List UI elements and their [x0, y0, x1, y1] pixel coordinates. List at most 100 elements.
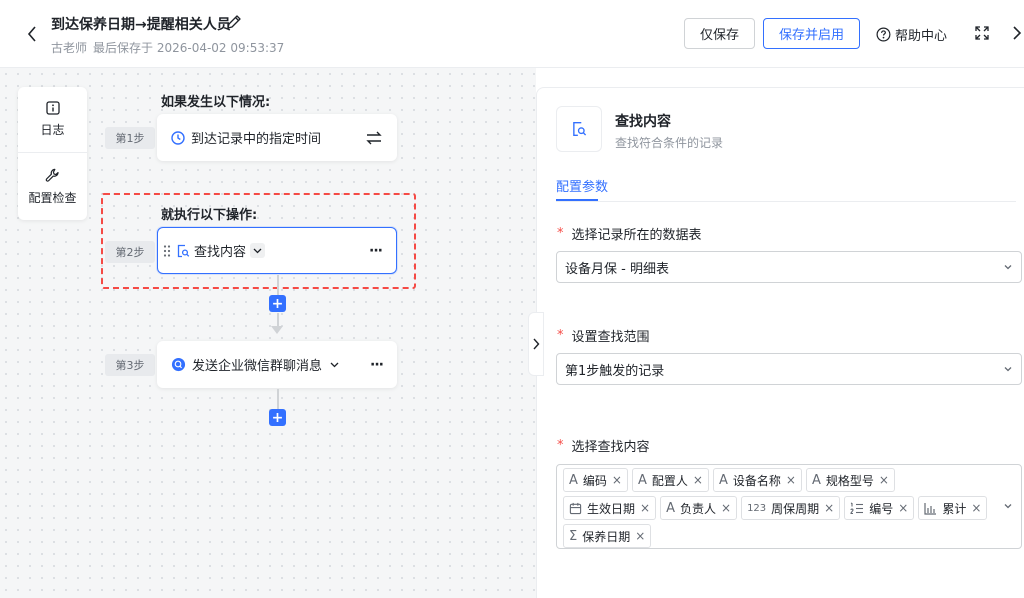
log-button[interactable]: 日志 — [18, 87, 87, 153]
tag-label: 生效日期 — [587, 501, 636, 516]
step-1-node[interactable]: 到达记录中的指定时间 — [157, 114, 397, 161]
save-and-enable-button[interactable]: 保存并启用 — [763, 18, 860, 49]
drag-handle-icon[interactable] — [163, 244, 171, 258]
action-heading: 就执行以下操作: — [161, 208, 258, 223]
collapse-right-button[interactable] — [1012, 25, 1024, 43]
step-3-more-button[interactable]: ··· — [370, 341, 384, 388]
table-field-label: * 选择记录所在的数据表 — [557, 224, 702, 243]
step-1-label: 到达记录中的指定时间 — [191, 132, 322, 147]
number-field-icon: 123 — [747, 502, 767, 514]
fullscreen-button[interactable] — [974, 25, 992, 43]
side-toolbar: 日志 配置检查 — [18, 87, 87, 220]
last-saved-time: 最后保存于 2026-04-02 09:53:37 — [93, 41, 285, 55]
tag-label: 编号 — [869, 501, 894, 516]
wrench-icon — [45, 168, 59, 182]
remove-tag-icon[interactable]: × — [824, 501, 834, 515]
remove-tag-icon[interactable]: × — [612, 473, 622, 487]
flow-title: 到达保养日期→提醒相关人员 — [51, 17, 231, 33]
log-label: 日志 — [40, 123, 65, 137]
text-field-icon: A — [666, 500, 675, 516]
save-button[interactable]: 仅保存 — [684, 18, 755, 49]
chevron-down-icon — [253, 248, 262, 253]
content-multiselect[interactable]: A 编码 × A 配置人 × A 设备名称 × A 规格型号 × 生效日期 × … — [556, 464, 1022, 549]
info-log-icon — [45, 101, 60, 115]
field-tag: A 规格型号 × — [805, 468, 895, 492]
step-2-more-button[interactable]: ··· — [369, 228, 383, 273]
table-field-label-text: 选择记录所在的数据表 — [571, 228, 702, 243]
connector-line — [277, 313, 279, 326]
panel-collapse-toggle[interactable] — [528, 312, 544, 376]
top-header: 到达保养日期→提醒相关人员 古老师 最后保存于 2026-04-02 09:53:… — [0, 0, 1024, 68]
step-2-label: 查找内容 — [194, 245, 247, 260]
table-select[interactable]: 设备月保 - 明细表 — [556, 251, 1022, 283]
scope-select-value: 第1步触发的记录 — [565, 363, 665, 379]
config-check-button[interactable]: 配置检查 — [18, 154, 87, 220]
remove-tag-icon[interactable]: × — [879, 473, 889, 487]
field-tag: A 设备名称 × — [712, 468, 802, 492]
panel-step-icon — [556, 106, 602, 152]
step-2-dropdown[interactable] — [250, 243, 266, 258]
required-mark: * — [557, 226, 564, 241]
trigger-heading: 如果发生以下情况: — [161, 95, 271, 110]
sum-icon: Σ — [569, 528, 578, 544]
swap-icon — [366, 131, 382, 144]
remove-tag-icon[interactable]: × — [971, 501, 981, 515]
required-mark: * — [557, 438, 564, 453]
help-center-label: 帮助中心 — [895, 29, 948, 44]
add-step-button-1[interactable]: + — [269, 295, 286, 312]
add-step-button-2[interactable]: + — [269, 409, 286, 426]
question-circle-icon — [876, 27, 891, 42]
step-3-node[interactable]: 发送企业微信群聊消息 ··· — [157, 341, 397, 388]
search-record-icon — [177, 244, 190, 257]
field-tag: 生效日期 × — [563, 496, 657, 520]
chevron-down-icon[interactable] — [330, 362, 339, 368]
field-tag: 编号 × — [844, 496, 915, 520]
tag-label: 编码 — [582, 473, 607, 488]
tab-config-params[interactable]: 配置参数 — [556, 176, 608, 195]
scope-field-label-text: 设置查找范围 — [571, 330, 650, 345]
save-status: 古老师 最后保存于 2026-04-02 09:53:37 — [51, 39, 290, 56]
tag-label: 保养日期 — [582, 529, 631, 544]
scope-select[interactable]: 第1步触发的记录 — [556, 353, 1022, 385]
tag-label: 设备名称 — [732, 473, 781, 488]
help-center-button[interactable]: 帮助中心 — [876, 25, 947, 44]
text-field-icon: A — [811, 472, 821, 488]
content-field-label: * 选择查找内容 — [557, 436, 650, 455]
config-check-label: 配置检查 — [28, 191, 77, 205]
pencil-icon — [227, 15, 241, 29]
content-field-label-text: 选择查找内容 — [571, 440, 650, 455]
remove-tag-icon[interactable]: × — [898, 501, 908, 515]
remove-tag-icon[interactable]: × — [693, 473, 703, 487]
field-tag: A 负责人 × — [660, 496, 738, 520]
field-tag: A 配置人 × — [631, 468, 709, 492]
tag-label: 配置人 — [651, 473, 688, 488]
chevron-down-icon — [1004, 367, 1012, 372]
tag-label: 规格型号 — [825, 473, 874, 488]
tab-active-indicator — [556, 199, 598, 201]
switch-trigger-button[interactable] — [365, 114, 383, 161]
chevron-right-icon — [533, 338, 540, 350]
table-select-value: 设备月保 - 明细表 — [565, 261, 669, 277]
step-3-badge: 第3步 — [105, 354, 155, 376]
tab-divider — [556, 201, 1016, 202]
step-2-node[interactable]: 查找内容 ··· — [157, 227, 397, 274]
ordered-list-icon — [850, 502, 864, 515]
scope-field-label: * 设置查找范围 — [557, 326, 650, 345]
field-tag: Σ 保养日期 × — [563, 524, 652, 548]
remove-tag-icon[interactable]: × — [640, 501, 650, 515]
remove-tag-icon[interactable]: × — [635, 529, 645, 543]
text-field-icon: A — [637, 472, 647, 488]
edit-title-button[interactable] — [226, 14, 242, 30]
step-1-badge: 第1步 — [105, 127, 155, 149]
text-field-icon: A — [718, 472, 728, 488]
remove-tag-icon[interactable]: × — [721, 501, 731, 515]
bar-chart-icon — [924, 502, 937, 515]
connector-line — [277, 389, 279, 409]
remove-tag-icon[interactable]: × — [786, 473, 796, 487]
back-button[interactable] — [22, 24, 42, 44]
connector-arrow — [271, 326, 283, 334]
chevron-left-icon — [27, 26, 36, 42]
tag-label: 负责人 — [679, 501, 716, 516]
required-mark: * — [557, 328, 564, 343]
field-tag: 123 周保周期 × — [741, 496, 841, 520]
